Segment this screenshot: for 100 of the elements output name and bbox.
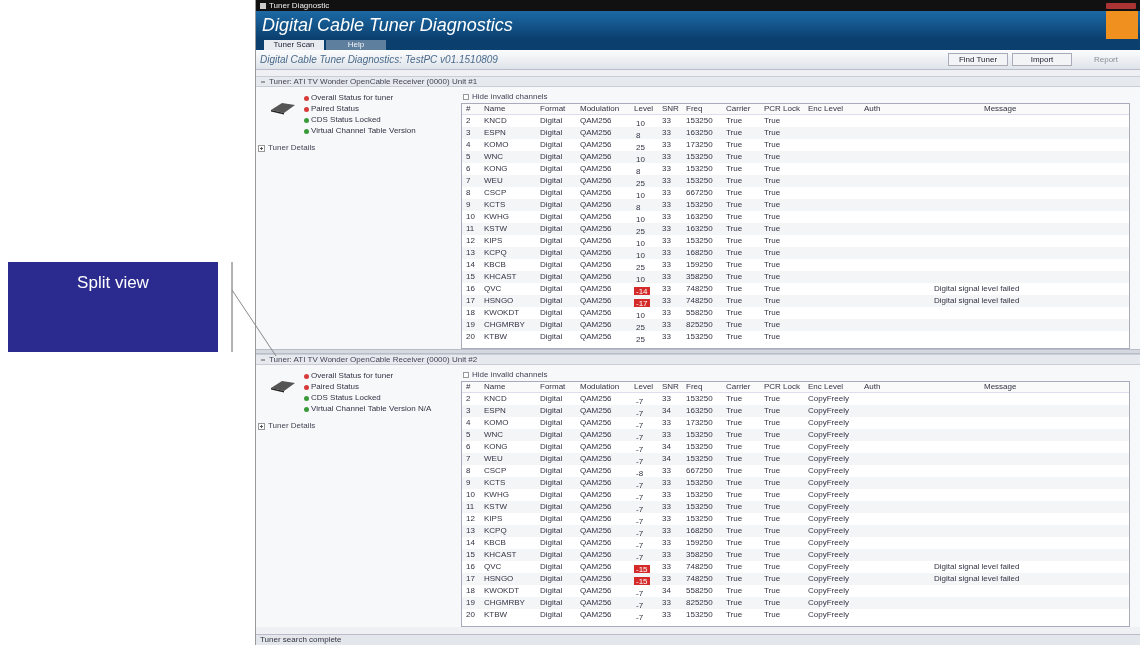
column-header[interactable]: Modulation (580, 383, 634, 391)
tuner-details-toggle[interactable]: Tuner Details (258, 422, 461, 430)
column-header[interactable]: # (462, 105, 484, 113)
table-cell-text: CopyFreely (808, 419, 850, 427)
table-cell-text: 163250 (686, 407, 714, 415)
column-header[interactable]: Modulation (580, 105, 634, 113)
hide-invalid-checkbox[interactable] (463, 372, 469, 378)
table-cell-text: QAM256 (580, 503, 613, 511)
table-cell-text: True (764, 515, 782, 523)
expand-icon[interactable] (258, 144, 265, 152)
column-header[interactable]: PCR Lock (764, 105, 808, 113)
table-cell-text: 153250 (686, 165, 714, 173)
table-cell-text: QAM256 (580, 515, 613, 523)
table-cell-text: Digital (540, 479, 564, 487)
column-header[interactable]: # (462, 383, 484, 391)
column-header[interactable]: Level (634, 105, 662, 113)
table-cell-text: QAM256 (580, 237, 613, 245)
table-cell-text: KSTW (484, 225, 509, 233)
table-cell-text: True (726, 587, 744, 595)
column-header[interactable]: SNR (662, 105, 686, 113)
table-cell-text: WEU (484, 177, 504, 185)
tab[interactable]: Help (326, 40, 386, 50)
tab[interactable]: Tuner Scan (264, 40, 324, 50)
table-cell-text: QAM256 (580, 467, 613, 475)
table-cell-text: True (764, 479, 782, 487)
table-cell-text: True (764, 467, 782, 475)
column-header[interactable]: Format (540, 105, 580, 113)
column-header[interactable]: Level (634, 383, 662, 391)
table-cell-text: 748250 (686, 575, 714, 583)
toolbar-button[interactable]: Import (1012, 53, 1072, 66)
table-cell-text: Digital (540, 225, 564, 233)
level-cell-text: -7 (635, 529, 645, 538)
table-cell-text: True (726, 575, 744, 583)
table-cell-text: 153250 (686, 201, 714, 209)
table-cell-text: True (764, 551, 782, 559)
table-cell-text: 11 (465, 225, 476, 233)
table-cell-text: KWHG (484, 491, 510, 499)
table-cell-text: QAM256 (580, 599, 613, 607)
table-cell-text: 558250 (686, 309, 714, 317)
table-cell-text: True (764, 611, 782, 619)
callout-box: Split view (8, 262, 218, 352)
level-cell-text: 10 (635, 191, 646, 200)
table-cell-text: True (764, 153, 782, 161)
window-controls-icon[interactable] (1106, 2, 1136, 9)
table-cell-text: 33 (662, 189, 672, 197)
level-cell-text: -7 (635, 517, 645, 526)
column-header[interactable]: Carrier (726, 383, 764, 391)
table-cell-text: 153250 (686, 237, 714, 245)
table-cell-text: CopyFreely (808, 455, 850, 463)
column-header[interactable]: Name (484, 105, 540, 113)
table-cell-text: True (764, 177, 782, 185)
table-cell-text: 168250 (686, 249, 714, 257)
expand-icon[interactable] (258, 422, 265, 430)
status-label: Paired Status (311, 104, 360, 114)
table-cell-text: 173250 (686, 141, 714, 149)
table-cell-text: 168250 (686, 527, 714, 535)
table-cell-text: True (764, 587, 782, 595)
table-cell-text: True (764, 297, 782, 305)
table-cell-text: KONG (484, 165, 509, 173)
collapse-icon (260, 78, 266, 85)
table-cell-text: KNCD (484, 117, 508, 125)
hide-invalid-checkbox[interactable] (463, 94, 469, 100)
column-header[interactable]: Freq (686, 105, 726, 113)
column-header[interactable]: Enc Level (808, 105, 864, 113)
tuner-details-toggle[interactable]: Tuner Details (258, 144, 461, 152)
table-cell-text: 358250 (686, 551, 714, 559)
table-cell-text: HSNGO (484, 575, 515, 583)
table-cell-text: 11 (465, 503, 476, 511)
table-cell-text: KSTW (484, 503, 509, 511)
toolbar-button[interactable]: Find Tuner (948, 53, 1008, 66)
table-cell-text: 558250 (686, 587, 714, 595)
table-cell-text: Digital (540, 249, 564, 257)
table-cell-text: 33 (662, 395, 672, 403)
table-cell-text: 153250 (686, 611, 714, 619)
column-header[interactable]: Enc Level (808, 383, 864, 391)
column-header[interactable]: Message (924, 105, 1129, 113)
column-header[interactable]: Auth (864, 105, 924, 113)
column-header[interactable]: SNR (662, 383, 686, 391)
column-header[interactable]: Message (924, 383, 1129, 391)
table-cell-text: 13 (465, 249, 476, 257)
table-cell-text: 3 (465, 407, 472, 415)
level-cell-text: 25 (635, 335, 646, 344)
column-header[interactable]: Carrier (726, 105, 764, 113)
section-header[interactable]: Tuner: ATI TV Wonder OpenCable Receiver (0000) Unit #1 (256, 76, 1140, 87)
table-cell-text: Digital (540, 117, 564, 125)
window-title: Tuner Diagnostic (269, 1, 330, 10)
table-cell-text: Digital (540, 575, 564, 583)
table-cell-text: True (764, 419, 782, 427)
column-header[interactable]: Name (484, 383, 540, 391)
column-header[interactable]: Auth (864, 383, 924, 391)
table-cell-text: CopyFreely (808, 611, 850, 619)
column-header[interactable]: PCR Lock (764, 383, 808, 391)
column-header[interactable]: Freq (686, 383, 726, 391)
table-cell-text: 825250 (686, 599, 714, 607)
table-cell-text: 153250 (686, 455, 714, 463)
column-header[interactable]: Format (540, 383, 580, 391)
collapse-icon (260, 356, 266, 363)
table-cell-text: 153250 (686, 395, 714, 403)
section-header[interactable]: Tuner: ATI TV Wonder OpenCable Receiver (0000) Unit #2 (256, 354, 1140, 365)
table-cell-text: True (726, 237, 744, 245)
